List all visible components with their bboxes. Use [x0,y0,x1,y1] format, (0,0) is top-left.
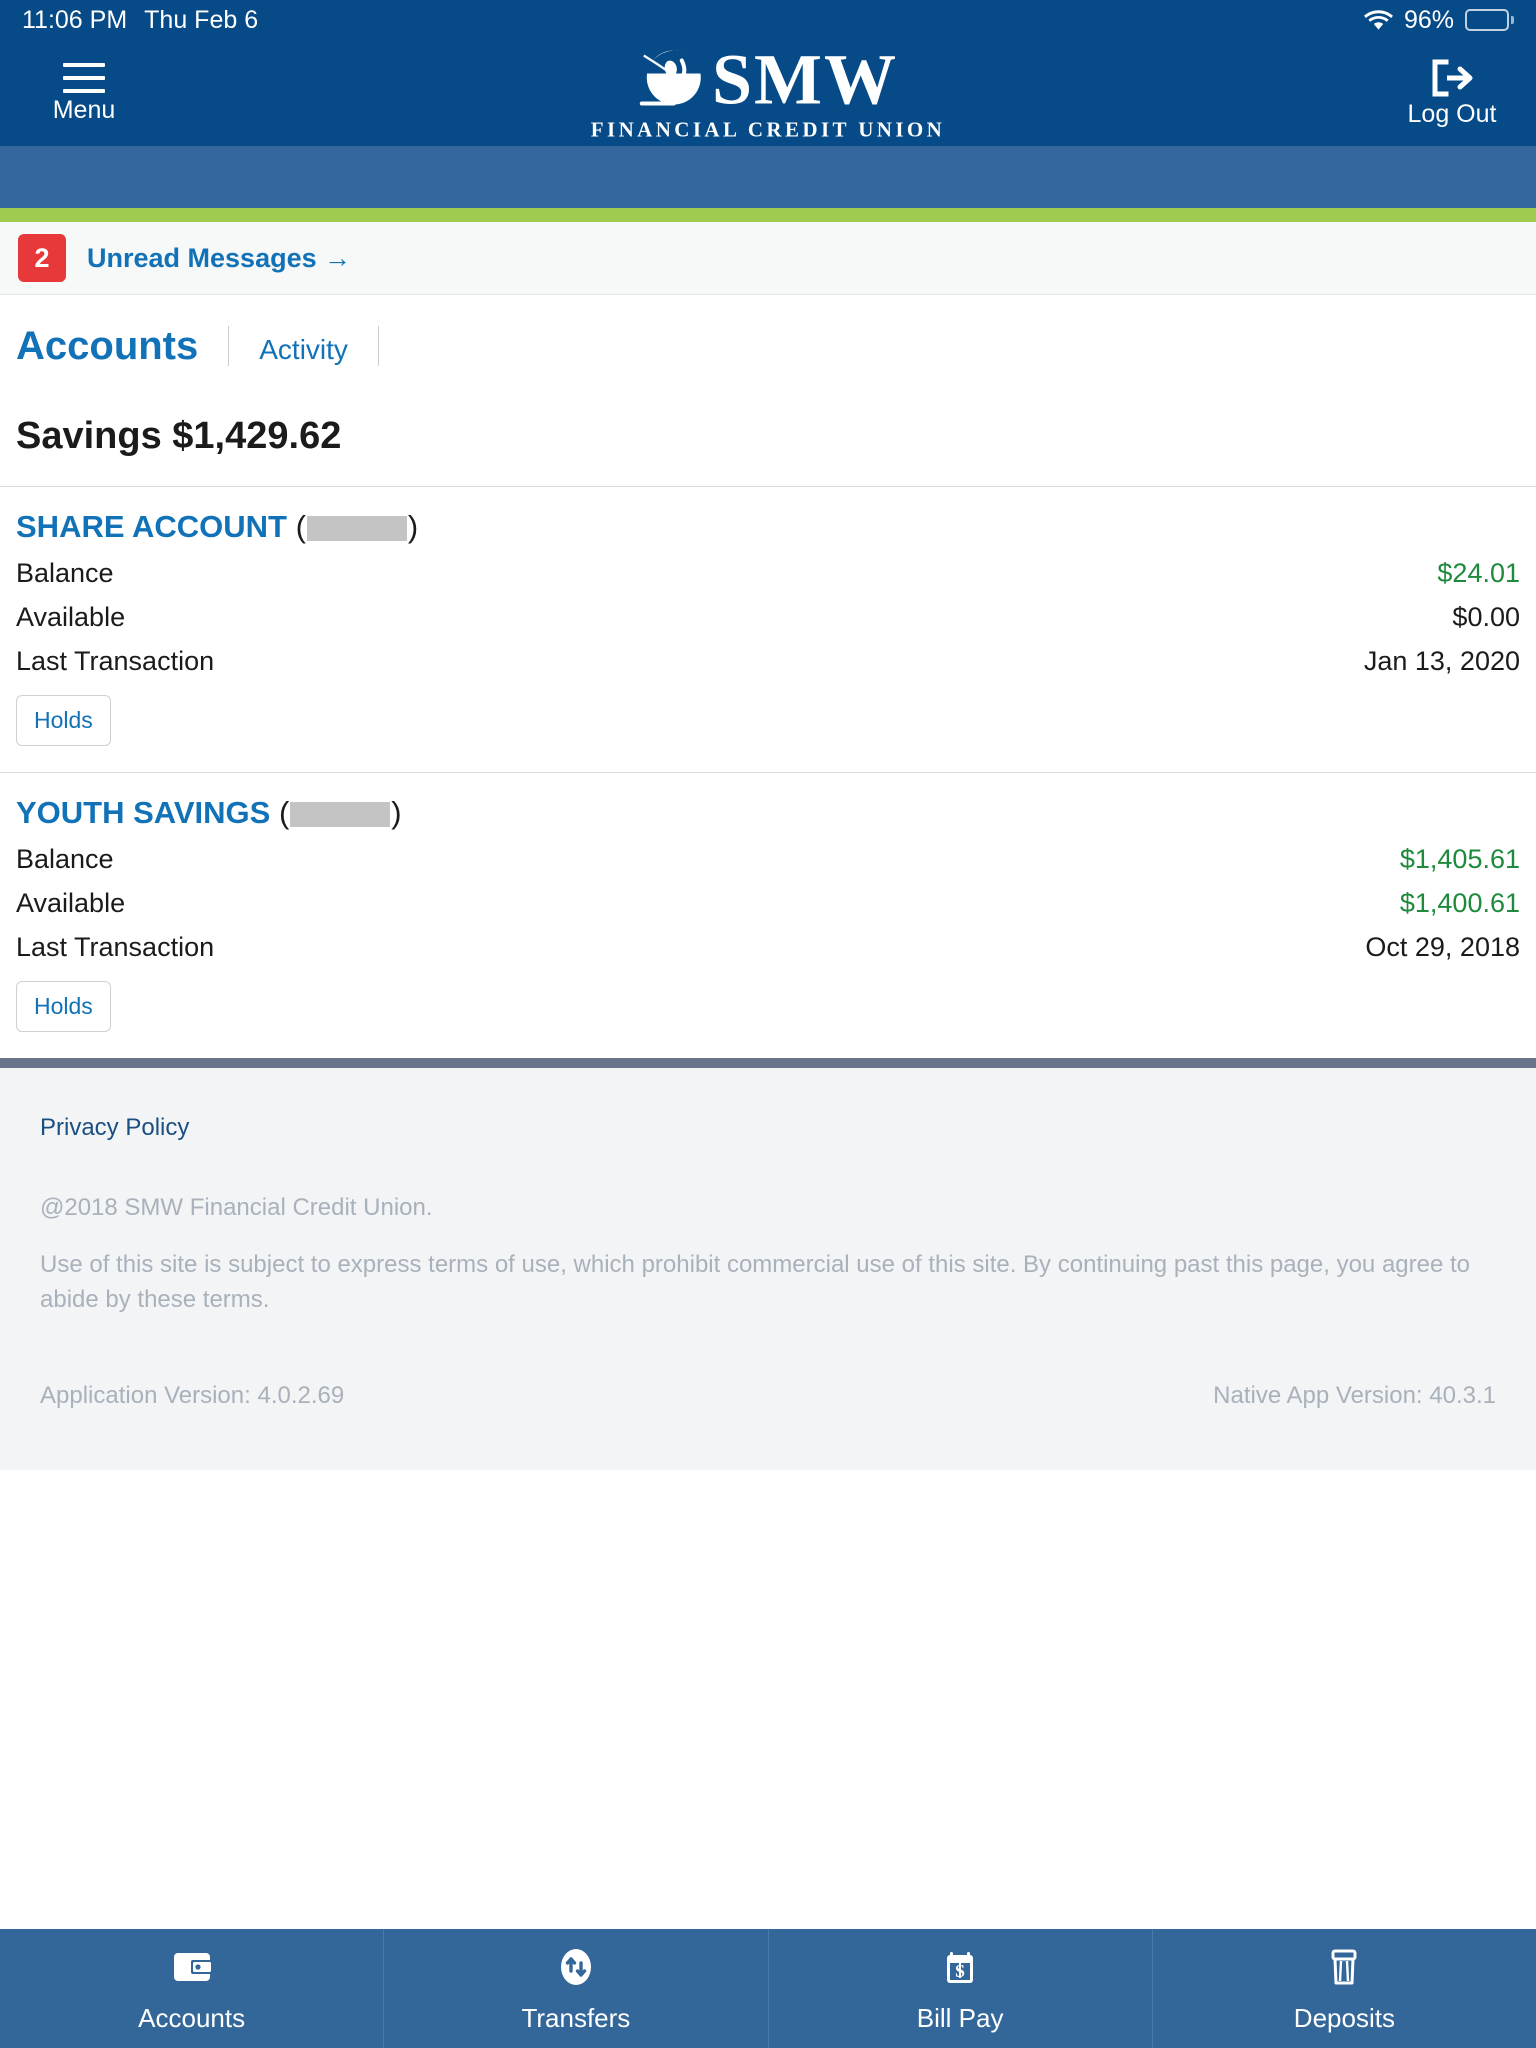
row-value: $0.00 [1452,602,1520,632]
copyright-text: @2018 SMW Financial Credit Union. [40,1194,433,1221]
row-label: Balance [16,558,114,588]
empty-space [0,1469,1536,1929]
nav-item-accounts[interactable]: Accounts [0,1929,385,2048]
unread-count-badge: 2 [18,234,66,282]
native-app-version: Native App Version: 40.3.1 [1213,1381,1496,1409]
ios-status-bar: 11:06 PM Thu Feb 6 96% [0,0,1536,40]
nav-label: Transfers [521,2002,631,2033]
account-card[interactable]: SHARE ACCOUNT () Balance $24.01 Availabl… [0,486,1536,772]
logout-button[interactable]: Log Out [1404,59,1500,127]
row-label: Available [16,888,126,918]
row-value: $1,405.61 [1399,844,1520,874]
account-title-row: YOUTH SAVINGS () [16,795,1520,831]
page-tabs: Accounts Activity [0,295,1536,367]
status-date: Thu Feb 6 [144,5,259,34]
header-subbar [0,146,1536,208]
nav-item-transfers[interactable]: Transfers [384,1929,769,2048]
row-value: $24.01 [1437,558,1520,588]
bottom-navigation-bar: Accounts Transfers S [0,1929,1536,2048]
holds-button[interactable]: Holds [16,695,111,746]
account-balance-row: Balance $24.01 [16,558,1520,589]
unread-messages-link[interactable]: Unread Messages → [87,243,351,274]
row-label: Last Transaction [16,646,215,676]
row-value: Oct 29, 2018 [1365,932,1520,962]
privacy-policy-link[interactable]: Privacy Policy [40,1114,189,1141]
calendar-dollar-icon: S [937,1944,983,1990]
nav-label: Accounts [138,2002,246,2033]
row-value: Jan 13, 2020 [1363,646,1520,676]
tab-activity[interactable]: Activity [259,334,348,366]
check-deposit-icon [1321,1944,1367,1990]
brand-logo: SMW FINANCIAL CREDIT UNION [591,44,945,143]
transfer-arrows-icon [553,1944,599,1990]
account-name[interactable]: SHARE ACCOUNT [16,509,287,545]
menu-button[interactable]: Menu [36,63,132,123]
battery-percent: 96% [1403,5,1454,34]
wifi-icon [1363,9,1393,31]
account-number-wrap: () [286,509,419,544]
row-value: $1,400.61 [1399,888,1520,918]
logout-button-label: Log Out [1407,100,1497,128]
status-bar-right: 96% [1363,5,1514,35]
version-row: Application Version: 4.0.2.69 Native App… [40,1382,1496,1410]
account-last-transaction-row: Last Transaction Jan 13, 2020 [16,646,1520,677]
footer-separator [0,1058,1536,1068]
green-accent-bar [0,208,1536,222]
holds-button[interactable]: Holds [16,981,111,1032]
account-balance-row: Balance $1,405.61 [16,844,1520,875]
nav-label: Bill Pay [916,2002,1004,2033]
smw-globe-logo-icon [638,44,710,116]
application-version: Application Version: 4.0.2.69 [40,1381,345,1409]
account-card[interactable]: YOUTH SAVINGS () Balance $1,405.61 Avail… [0,772,1536,1058]
nav-item-bill-pay[interactable]: S Bill Pay [769,1929,1153,2048]
app-screen: 11:06 PM Thu Feb 6 96% Menu SMW FINANCIA… [0,0,1536,2048]
row-label: Available [16,602,126,632]
tab-divider-2 [377,326,379,366]
account-number-masked [306,516,407,542]
status-bar-left: 11:06 PM Thu Feb 6 [22,6,258,35]
row-label: Balance [16,844,114,874]
account-number-wrap: () [270,795,402,830]
logo-wordmark: SMW [712,39,898,120]
logout-arrow-icon [1429,59,1475,97]
page-footer: Privacy Policy @2018 SMW Financial Credi… [0,1068,1536,1470]
tab-accounts[interactable]: Accounts [16,325,198,367]
menu-button-label: Menu [52,96,116,124]
account-name[interactable]: YOUTH SAVINGS [16,795,270,831]
nav-item-deposits[interactable]: Deposits [1153,1929,1536,2048]
account-last-transaction-row: Last Transaction Oct 29, 2018 [16,932,1520,963]
account-title-row: SHARE ACCOUNT () [16,509,1520,545]
battery-icon [1465,9,1514,31]
logo-tagline: FINANCIAL CREDIT UNION [590,117,946,142]
account-number-masked [290,802,391,828]
savings-group-header: Savings $1,429.62 [16,415,342,457]
account-available-row: Available $0.00 [16,602,1520,633]
unread-messages-banner[interactable]: 2 Unread Messages → [0,222,1536,295]
nav-label: Deposits [1293,2002,1395,2033]
row-label: Last Transaction [16,932,215,962]
hamburger-menu-icon [63,63,105,93]
wallet-icon [169,1944,215,1990]
app-header-bar: Menu SMW FINANCIAL CREDIT UNION Log Out [0,40,1536,146]
status-time: 11:06 PM [22,5,128,34]
tab-divider-1 [228,326,230,366]
terms-text: Use of this site is subject to express t… [40,1251,1471,1313]
account-available-row: Available $1,400.61 [16,888,1520,919]
